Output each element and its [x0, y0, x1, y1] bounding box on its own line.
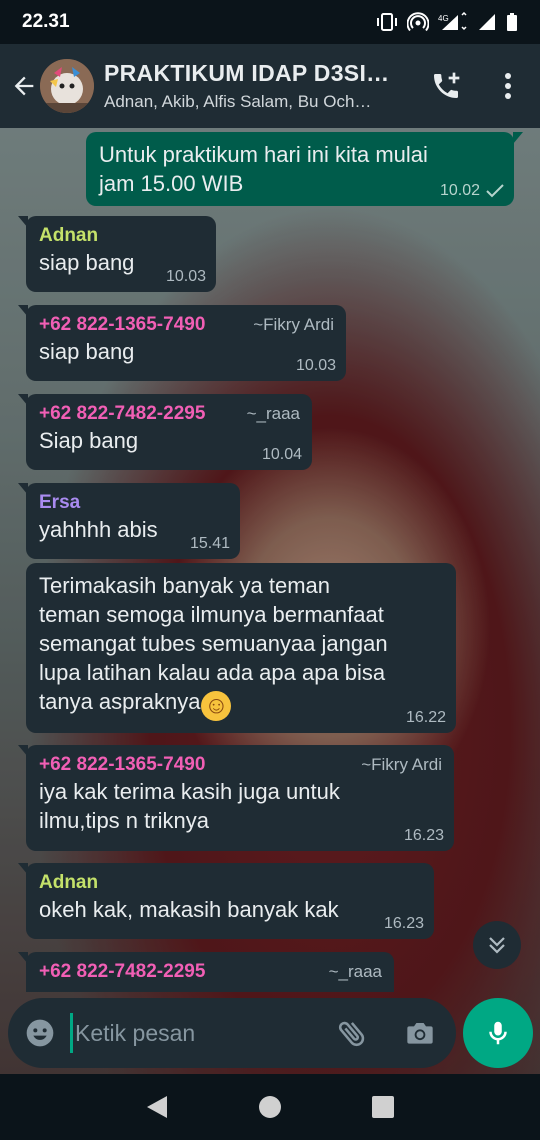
sent-check-icon — [486, 184, 504, 198]
sender-phone[interactable]: +62 822-7482-2295 — [39, 960, 205, 984]
message-time: 15.41 — [189, 535, 230, 552]
message-incoming[interactable]: Ersa yahhhh abis 15.41 — [18, 483, 240, 559]
message-time: 10.04 — [261, 446, 302, 463]
nav-recents-button[interactable] — [363, 1087, 403, 1127]
more-options-button[interactable] — [486, 64, 530, 108]
message-time: 16.22 — [405, 709, 446, 726]
group-avatar[interactable] — [40, 59, 94, 113]
attach-button[interactable] — [330, 1011, 374, 1055]
voice-record-button[interactable] — [463, 998, 533, 1068]
message-time: 16.23 — [383, 915, 424, 932]
add-call-icon — [434, 72, 460, 98]
more-vert-icon — [505, 73, 511, 99]
message-time: 10.03 — [165, 268, 206, 285]
message-incoming[interactable]: +62 822-7482-2295 ~_raaa Siap bang 10.04 — [18, 394, 312, 470]
battery-icon — [506, 12, 518, 32]
message-outgoing[interactable]: Untuk praktikum hari ini kita mulai jam … — [86, 132, 523, 206]
message-time: 10.02 — [439, 182, 480, 199]
double-chevron-down-icon — [489, 937, 505, 954]
message-incoming[interactable]: +62 822-1365-7490 ~Fikry Ardi siap bang … — [18, 305, 346, 381]
chat-header: PRAKTIKUM IDAP D3SI… Adnan, Akib, Alfis … — [0, 44, 540, 128]
message-incoming[interactable]: +62 822-7482-2295 ~_raaa — [18, 952, 394, 992]
group-title: PRAKTIKUM IDAP D3SI… — [104, 60, 390, 86]
chat-wallpaper: Untuk praktikum hari ini kita mulai jam … — [0, 128, 540, 1074]
message-incoming[interactable]: Adnan okeh kak, makasih banyak kak 16.23 — [18, 863, 434, 939]
message-text: okeh kak, makasih banyak kak — [39, 897, 339, 922]
camera-icon — [407, 1023, 433, 1044]
nav-back-button[interactable] — [137, 1087, 177, 1127]
message-incoming[interactable]: Adnan siap bang 10.03 — [18, 216, 216, 292]
sender-name: Adnan — [39, 872, 99, 893]
mic-icon — [489, 1021, 507, 1045]
nav-back-icon — [146, 1096, 167, 1118]
message-incoming[interactable]: Terimakasih banyak ya teman teman semoga… — [26, 563, 456, 733]
add-call-button[interactable] — [424, 64, 468, 108]
status-time: 22.31 — [22, 11, 70, 32]
status-bar: 22.31 4G — [0, 0, 540, 44]
sender-name: Adnan — [39, 225, 99, 246]
sender-phone[interactable]: +62 822-1365-7490 — [39, 313, 205, 337]
message-time: 16.23 — [403, 827, 444, 844]
message-text: Terimakasih banyak ya teman teman semoga… — [39, 573, 388, 721]
sender-alias: ~_raaa — [328, 962, 382, 981]
hotspot-icon — [407, 12, 429, 32]
sender-phone[interactable]: +62 822-1365-7490 — [39, 753, 205, 777]
sender-alias: ~Fikry Ardi — [361, 755, 442, 774]
system-icons: 4G — [376, 12, 518, 32]
attach-icon — [338, 1021, 365, 1047]
nav-recents-icon — [372, 1096, 395, 1118]
signal-icon — [477, 12, 497, 32]
network-label: 4G — [438, 14, 449, 23]
signal-4g-icon: 4G — [438, 12, 468, 32]
message-text: siap bang — [39, 339, 135, 364]
sender-alias: ~Fikry Ardi — [253, 315, 334, 334]
nav-home-button[interactable] — [250, 1087, 290, 1127]
sender-alias: ~_raaa — [246, 404, 300, 423]
message-text: iya kak terima kasih juga untuk ilmu,tip… — [39, 779, 340, 833]
emoji-button[interactable] — [10, 998, 70, 1068]
message-text: Siap bang — [39, 428, 139, 453]
camera-button[interactable] — [398, 1011, 442, 1055]
sender-phone[interactable]: +62 822-7482-2295 — [39, 402, 205, 426]
smiling-emoji: ☺ — [201, 691, 232, 721]
vibrate-icon — [376, 12, 398, 32]
message-time: 10.03 — [295, 357, 336, 374]
scroll-to-bottom-button[interactable] — [473, 921, 521, 969]
message-composer — [8, 998, 456, 1068]
message-incoming[interactable]: +62 822-1365-7490 ~Fikry Ardi iya kak te… — [18, 745, 454, 851]
system-navigation-bar — [0, 1074, 540, 1140]
sender-name: Ersa — [39, 492, 81, 513]
nav-home-icon — [258, 1096, 281, 1118]
chat-title-block[interactable]: PRAKTIKUM IDAP D3SI… Adnan, Akib, Alfis … — [104, 60, 404, 112]
group-members: Adnan, Akib, Alfis Salam, Bu Och… — [104, 92, 372, 111]
back-arrow-icon — [14, 76, 34, 96]
emoji-icon — [26, 1019, 54, 1047]
message-input[interactable] — [70, 1013, 330, 1053]
